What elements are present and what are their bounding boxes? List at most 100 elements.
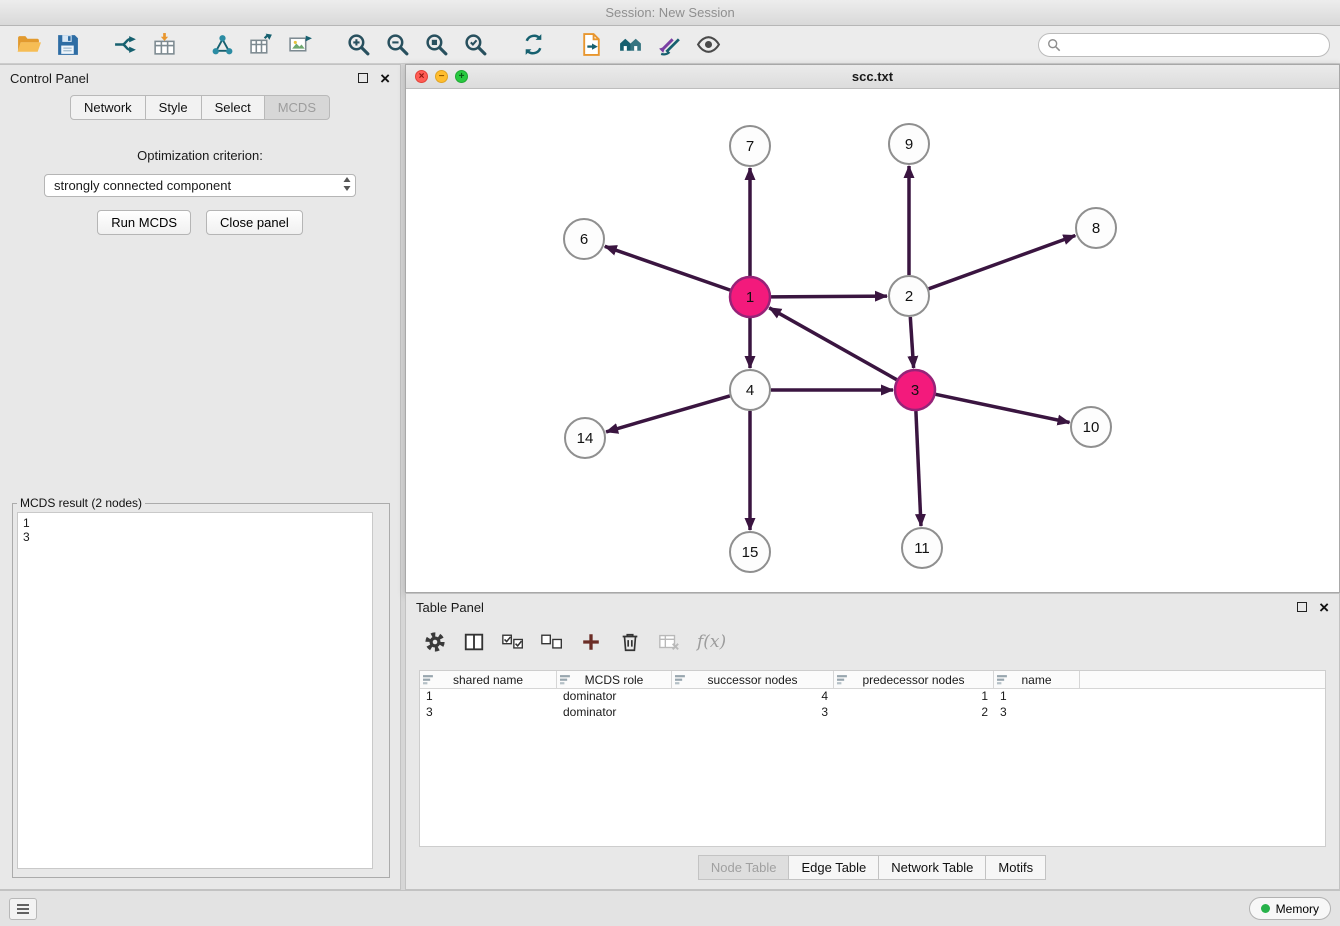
- table-tab-network-table[interactable]: Network Table: [878, 855, 986, 880]
- task-history-button[interactable]: [9, 898, 37, 920]
- graph-node-9[interactable]: 9: [889, 124, 929, 164]
- trash-icon: [619, 631, 641, 653]
- control-panel-header: Control Panel ×: [0, 65, 400, 91]
- optimization-dropdown[interactable]: strongly connected component: [44, 174, 356, 197]
- refresh-layout-button[interactable]: [515, 30, 551, 60]
- select-all-columns-button[interactable]: [502, 631, 524, 653]
- zoom-fit-icon: [424, 32, 449, 57]
- style-brush-button[interactable]: [651, 30, 687, 60]
- table-arrow-icon: [249, 32, 274, 57]
- edge-3-to-1[interactable]: [769, 308, 897, 380]
- tab-mcds[interactable]: MCDS: [264, 95, 330, 120]
- eye-icon: [696, 32, 721, 57]
- zoom-selected-button[interactable]: [457, 30, 493, 60]
- table-cell: 3: [994, 705, 1080, 721]
- tab-network[interactable]: Network: [70, 95, 146, 120]
- zoom-out-icon: [385, 32, 410, 57]
- network-canvas[interactable]: 7 9 6 8 1 2 4 3 14 10 15 11: [406, 89, 1339, 592]
- zoom-fit-button[interactable]: [418, 30, 454, 60]
- save-session-button[interactable]: [49, 30, 85, 60]
- delete-column-button[interactable]: [619, 631, 641, 653]
- delete-table-button[interactable]: [658, 631, 680, 653]
- column-header-shared-name[interactable]: shared name: [420, 671, 557, 688]
- edge-2-to-8[interactable]: [929, 236, 1076, 289]
- brush-check-icon: [657, 32, 682, 57]
- graph-node-4[interactable]: 4: [730, 370, 770, 410]
- first-neighbors-button[interactable]: [612, 30, 648, 60]
- minimize-window-icon[interactable]: −: [435, 70, 448, 83]
- toolbar-separator: [496, 44, 512, 45]
- toolbar-separator: [88, 44, 104, 45]
- graph-node-2[interactable]: 2: [889, 276, 929, 316]
- table-settings-button[interactable]: [424, 631, 446, 653]
- export-table-button[interactable]: [243, 30, 279, 60]
- memory-button[interactable]: Memory: [1249, 897, 1331, 920]
- column-fn-icon: [837, 674, 848, 685]
- deselect-all-columns-button[interactable]: [541, 631, 563, 653]
- network-window-titlebar[interactable]: × − + scc.txt: [406, 65, 1339, 89]
- search-icon: [1047, 38, 1061, 52]
- edge-3-to-11[interactable]: [916, 411, 921, 526]
- import-table-button[interactable]: [146, 30, 182, 60]
- tab-style[interactable]: Style: [145, 95, 202, 120]
- table-tab-motifs[interactable]: Motifs: [985, 855, 1046, 880]
- mcds-result-list[interactable]: 1 3: [17, 512, 373, 869]
- graph-node-14[interactable]: 14: [565, 418, 605, 458]
- close-window-icon[interactable]: ×: [415, 70, 428, 83]
- edge-3-to-10[interactable]: [936, 394, 1070, 422]
- table-tab-edge-table[interactable]: Edge Table: [788, 855, 879, 880]
- column-fn-icon: [560, 674, 571, 685]
- table-tab-node-table[interactable]: Node Table: [698, 855, 790, 880]
- tab-select[interactable]: Select: [201, 95, 265, 120]
- status-bar: Memory: [0, 890, 1340, 926]
- graph-node-10[interactable]: 10: [1071, 407, 1111, 447]
- graph-node-7[interactable]: 7: [730, 126, 770, 166]
- network-from-file-button[interactable]: [204, 30, 240, 60]
- node-label: 8: [1092, 220, 1100, 237]
- show-graphics-details-button[interactable]: [690, 30, 726, 60]
- column-header-name[interactable]: name: [994, 671, 1080, 688]
- open-file-button[interactable]: [10, 30, 46, 60]
- run-mcds-button[interactable]: Run MCDS: [97, 210, 191, 235]
- edge-2-to-3[interactable]: [910, 317, 913, 368]
- column-header-predecessor-nodes[interactable]: predecessor nodes: [834, 671, 994, 688]
- delete-table-icon: [658, 631, 680, 653]
- close-table-panel-icon[interactable]: ×: [1319, 599, 1329, 616]
- export-document-button[interactable]: [573, 30, 609, 60]
- add-column-button[interactable]: [580, 631, 602, 653]
- float-panel-icon[interactable]: [358, 73, 368, 83]
- import-network-button[interactable]: [107, 30, 143, 60]
- save-floppy-icon: [55, 32, 80, 57]
- zoom-out-button[interactable]: [379, 30, 415, 60]
- edge-1-to-2[interactable]: [771, 296, 887, 297]
- zoom-in-button[interactable]: [340, 30, 376, 60]
- close-panel-button[interactable]: Close panel: [206, 210, 303, 235]
- graph-node-1[interactable]: 1: [730, 277, 770, 317]
- memory-status-dot: [1261, 904, 1270, 913]
- column-header-successor-nodes[interactable]: successor nodes: [672, 671, 834, 688]
- toolbar-separator: [321, 44, 337, 45]
- table-row[interactable]: 3dominator323: [420, 705, 1325, 721]
- table-row[interactable]: 1dominator411: [420, 689, 1325, 705]
- float-table-panel-icon[interactable]: [1297, 602, 1307, 612]
- export-image-button[interactable]: [282, 30, 318, 60]
- graph-node-8[interactable]: 8: [1076, 208, 1116, 248]
- graph-node-11[interactable]: 11: [902, 528, 942, 568]
- show-columns-button[interactable]: [463, 631, 485, 653]
- graph-node-3[interactable]: 3: [895, 370, 935, 410]
- close-panel-icon[interactable]: ×: [380, 70, 390, 87]
- column-label: predecessor nodes: [862, 673, 964, 687]
- search-box[interactable]: [1038, 33, 1330, 57]
- column-header-mcds-role[interactable]: MCDS role: [557, 671, 672, 688]
- edge-4-to-14[interactable]: [606, 396, 730, 432]
- search-input[interactable]: [1066, 38, 1321, 52]
- open-folder-icon: [16, 32, 41, 57]
- graph-node-15[interactable]: 15: [730, 532, 770, 572]
- node-label: 15: [742, 544, 759, 561]
- graph-node-6[interactable]: 6: [564, 219, 604, 259]
- edge-1-to-6[interactable]: [605, 246, 730, 290]
- function-builder-button[interactable]: f(x): [697, 632, 726, 652]
- network-view-window: × − + scc.txt 7 9 6 8 1 2 4 3 14 10 15 11: [405, 64, 1340, 593]
- window-titlebar: Session: New Session: [0, 0, 1340, 26]
- maximize-window-icon[interactable]: +: [455, 70, 468, 83]
